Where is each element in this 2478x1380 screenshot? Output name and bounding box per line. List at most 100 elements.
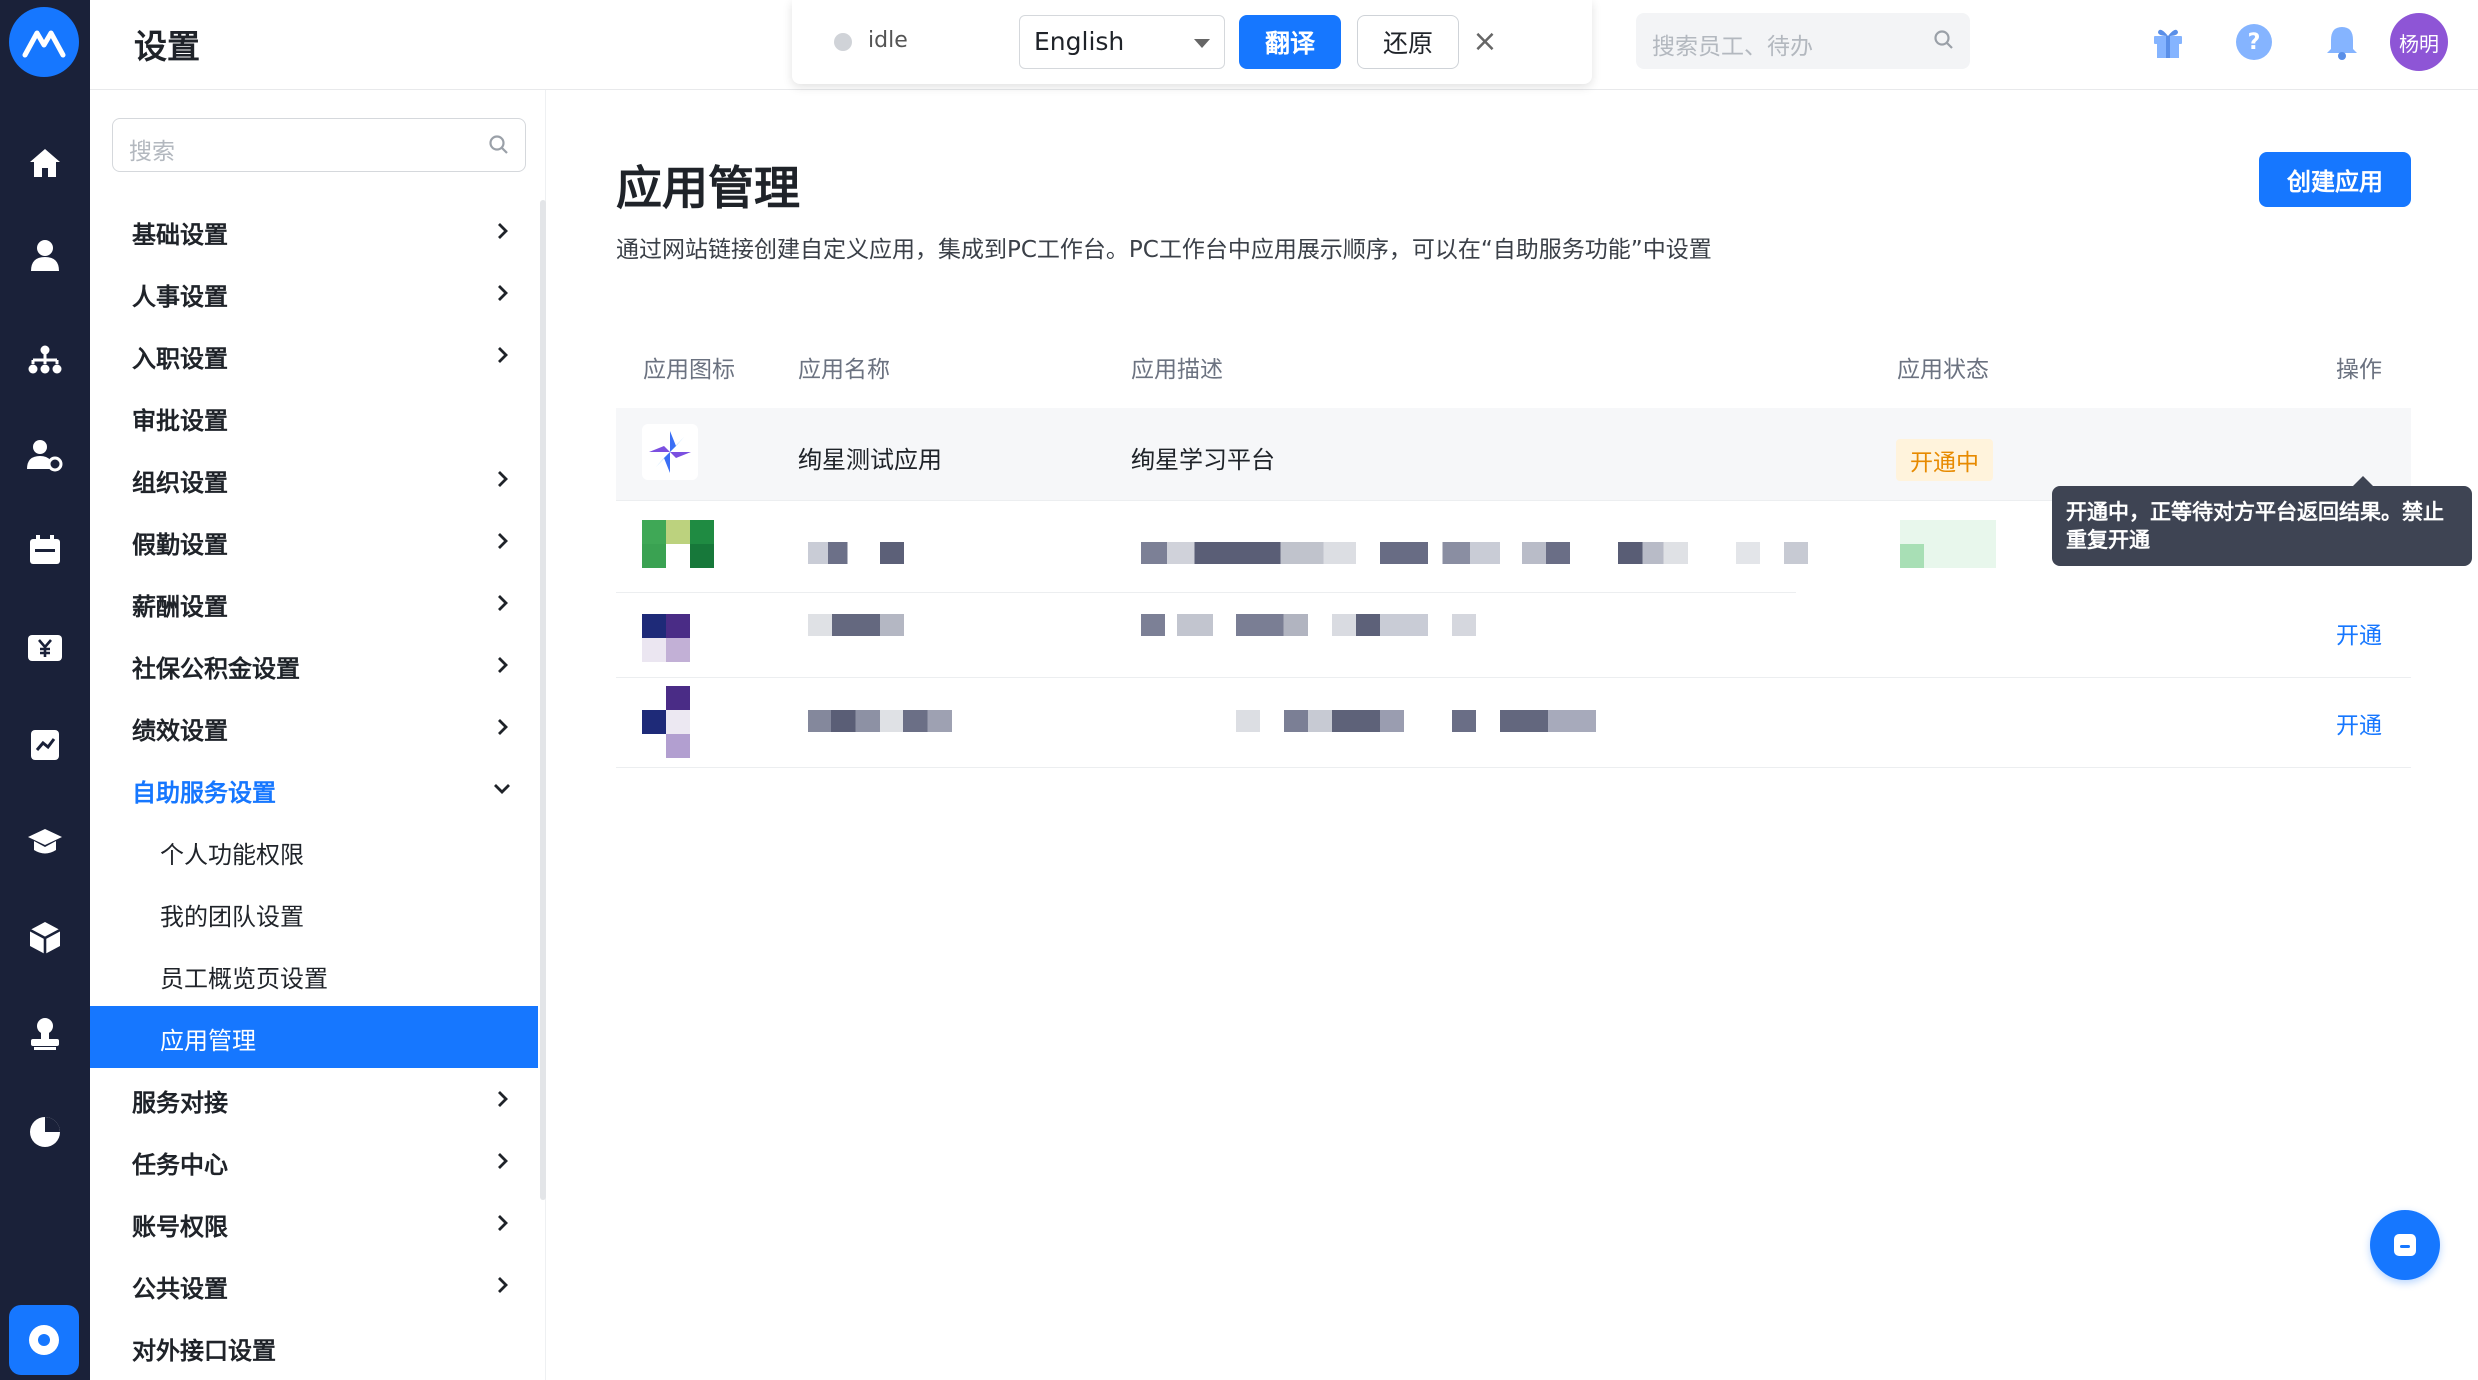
sidebar-item-label: 员工概览页设置 (160, 965, 328, 993)
pixelated-app-description (1380, 710, 1428, 732)
caret-down-icon (1194, 39, 1210, 48)
activate-link[interactable]: 开通 (2336, 616, 2382, 650)
global-search-placeholder: 搜索员工、待办 (1652, 34, 1813, 60)
sidebar-item-approval[interactable]: 审批设置 (90, 386, 538, 448)
chevron-right-icon (498, 719, 508, 735)
pixelated-app-description (1236, 710, 1260, 732)
sidebar-item-label: 自助服务设置 (132, 779, 276, 807)
table-divider (616, 677, 2411, 678)
search-icon (1934, 30, 1953, 49)
translate-button[interactable]: 翻译 (1239, 15, 1341, 69)
chevron-down-icon (494, 784, 510, 794)
pixelated-app-icon (666, 638, 690, 662)
pixelated-app-icon (666, 686, 690, 710)
chat-icon (2394, 1234, 2416, 1256)
sidebar-item-employee-overview[interactable]: 员工概览页设置 (90, 944, 538, 1006)
sidebar-item-basic[interactable]: 基础设置 (90, 200, 538, 262)
package-icon[interactable] (25, 918, 65, 958)
bell-icon[interactable] (2320, 20, 2364, 64)
pixelated-app-icon (666, 520, 690, 544)
sidebar-item-public-settings[interactable]: 公共设置 (90, 1254, 538, 1316)
sidebar-item-social-insurance[interactable]: 社保公积金设置 (90, 634, 538, 696)
activate-link[interactable]: 开通 (2336, 706, 2382, 740)
pixelated-status-badge (1900, 544, 1924, 568)
sidebar-item-attendance[interactable]: 假勤设置 (90, 510, 538, 572)
sidebar-search-input[interactable]: 搜索 (112, 118, 526, 172)
pixelated-app-description (1522, 542, 1570, 564)
sidebar-item-self-service[interactable]: 自助服务设置 (90, 758, 538, 820)
pixelated-app-description (1736, 542, 1760, 564)
app-logo-icon[interactable] (9, 7, 79, 77)
sidebar-item-service-integration[interactable]: 服务对接 (90, 1068, 538, 1130)
org-chart-icon[interactable] (25, 340, 65, 380)
chevron-right-icon (498, 223, 508, 239)
sidebar-item-onboarding[interactable]: 入职设置 (90, 324, 538, 386)
sidebar-item-label: 任务中心 (132, 1151, 228, 1179)
person-icon[interactable] (25, 235, 65, 275)
global-search-input[interactable]: 搜索员工、待办 (1636, 13, 1970, 69)
performance-icon[interactable] (25, 725, 65, 765)
help-icon[interactable]: ? (2232, 20, 2276, 64)
close-icon[interactable]: × (1470, 22, 1500, 62)
pixelated-app-description (1452, 614, 1476, 636)
status-dot-icon (834, 33, 852, 51)
left-rail (0, 0, 90, 1380)
sidebar-item-label: 个人功能权限 (160, 841, 304, 869)
sidebar-item-label: 公共设置 (132, 1275, 228, 1303)
section-title: 应用管理 (616, 161, 800, 215)
home-icon[interactable] (25, 143, 65, 183)
restore-button[interactable]: 还原 (1357, 15, 1459, 69)
main-content: 应用管理 通过网站链接创建自定义应用，集成到PC工作台。PC工作台中应用展示顺序… (546, 90, 2478, 1380)
sidebar-item-task-center[interactable]: 任务中心 (90, 1130, 538, 1192)
sidebar-item-label: 入职设置 (132, 345, 228, 373)
chevron-right-icon (498, 657, 508, 673)
pixelated-app-description (1500, 710, 1596, 732)
translate-toolbar: idle English 翻译 还原 × (792, 0, 1592, 84)
calendar-icon[interactable] (25, 530, 65, 570)
app-name: 绚星测试应用 (798, 446, 942, 474)
pixelated-app-description (1236, 614, 1308, 636)
chevron-right-icon (498, 347, 508, 363)
sidebar-item-account-permissions[interactable]: 账号权限 (90, 1192, 538, 1254)
sidebar-item-label: 组织设置 (132, 469, 228, 497)
stamp-icon[interactable] (25, 1014, 65, 1054)
sidebar-item-payroll[interactable]: 薪酬设置 (90, 572, 538, 634)
pixelated-app-description (1618, 542, 1688, 564)
sidebar-item-app-management[interactable]: 应用管理 (90, 1006, 538, 1068)
pixelated-app-icon (642, 638, 666, 662)
sidebar-item-organization[interactable]: 组织设置 (90, 448, 538, 510)
gift-icon[interactable] (2146, 20, 2190, 64)
column-header-icon: 应用图标 (643, 357, 735, 383)
language-select[interactable]: English (1019, 15, 1225, 69)
learning-icon[interactable] (25, 822, 65, 862)
chevron-right-icon (498, 471, 508, 487)
sidebar-item-label: 基础设置 (132, 221, 228, 249)
sidebar-item-hr[interactable]: 人事设置 (90, 262, 538, 324)
create-app-button[interactable]: 创建应用 (2259, 152, 2411, 207)
pixelated-app-icon (690, 544, 714, 568)
salary-icon[interactable] (25, 628, 65, 668)
search-icon (489, 135, 508, 154)
settings-rail-icon[interactable] (9, 1305, 79, 1375)
chevron-right-icon (498, 285, 508, 301)
status-tooltip: 开通中，正等待对方平台返回结果。禁止重复开通 (2052, 486, 2472, 566)
sidebar-item-external-api[interactable]: 对外接口设置 (90, 1316, 538, 1378)
pie-chart-icon[interactable] (25, 1112, 65, 1152)
sidebar-item-personal-permissions[interactable]: 个人功能权限 (90, 820, 538, 882)
person-settings-icon[interactable] (25, 435, 65, 475)
sidebar-item-performance[interactable]: 绩效设置 (90, 696, 538, 758)
chevron-right-icon (498, 1277, 508, 1293)
customer-service-button[interactable] (2370, 1210, 2440, 1280)
pixelated-app-description (1141, 614, 1213, 636)
chevron-right-icon (498, 1153, 508, 1169)
sidebar-item-label: 薪酬设置 (132, 593, 228, 621)
sidebar-item-my-team[interactable]: 我的团队设置 (90, 882, 538, 944)
page-title: 设置 (134, 27, 200, 66)
pixelated-app-name (808, 542, 868, 564)
sidebar-search-placeholder: 搜索 (129, 139, 175, 165)
pixelated-app-description (1332, 614, 1428, 636)
column-header-status: 应用状态 (1897, 357, 1989, 383)
avatar[interactable]: 杨明 (2390, 13, 2448, 71)
chevron-right-icon (498, 1091, 508, 1107)
language-select-value: English (1034, 27, 1125, 56)
